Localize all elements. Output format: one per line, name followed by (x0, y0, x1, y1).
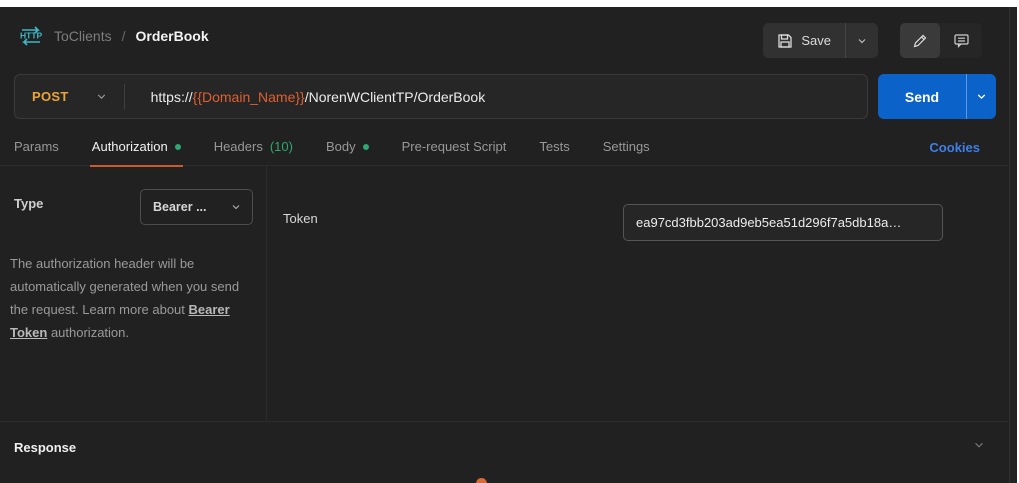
url-path: /NorenWClientTP/OrderBook (305, 89, 486, 105)
token-label: Token (283, 211, 318, 226)
auth-description: The authorization header will be automat… (10, 252, 260, 344)
http-request-icon: HTTP (18, 25, 44, 47)
chevron-down-icon (972, 438, 986, 452)
tab-label: Params (14, 139, 59, 154)
cookies-link[interactable]: Cookies (929, 128, 980, 166)
response-title: Response (14, 440, 76, 455)
modified-dot (363, 144, 369, 150)
tab-label: Pre-request Script (402, 139, 507, 154)
save-button-label: Save (801, 33, 831, 48)
method-label: POST (32, 89, 69, 104)
save-button[interactable]: Save (763, 23, 845, 58)
auth-type-select[interactable]: Bearer ... (140, 189, 253, 225)
request-bar: POST https://{{Domain_Name}}/NorenWClien… (0, 65, 1008, 128)
comment-icon (953, 32, 970, 49)
save-options-button[interactable] (845, 23, 878, 58)
save-icon (777, 33, 793, 49)
send-options-button[interactable] (966, 74, 996, 119)
tab-pre-request-script[interactable]: Pre-request Script (402, 128, 507, 166)
send-button-group: Send (878, 74, 996, 119)
url-variable: {{Domain_Name}} (193, 89, 305, 105)
tab-label: Tests (539, 139, 569, 154)
tab-body[interactable]: Body (326, 128, 369, 166)
token-value: ea97cd3fbb203ad9eb5ea51d296f7a5db18a… (636, 215, 901, 230)
breadcrumb: HTTP ToClients / OrderBook (18, 25, 209, 47)
chevron-down-icon (975, 90, 988, 103)
send-button[interactable]: Send (878, 74, 966, 119)
breadcrumb-separator: / (122, 28, 126, 44)
modified-dot (175, 144, 181, 150)
auth-type-value: Bearer ... (153, 200, 207, 214)
header-actions: Save (763, 23, 982, 58)
edit-button[interactable] (900, 23, 940, 58)
auth-type-column: Type Bearer ... The authorization header… (0, 166, 267, 421)
loader-dot (476, 478, 487, 483)
tab-label: Body (326, 139, 356, 154)
breadcrumb-request-name[interactable]: OrderBook (135, 28, 208, 44)
pencil-icon (912, 33, 928, 49)
api-client-window: HTTP ToClients / OrderBook Save (0, 7, 1017, 483)
url-prefix: https:// (151, 89, 193, 105)
tab-authorization[interactable]: Authorization (92, 128, 181, 166)
tab-label: Headers (214, 139, 263, 154)
authorization-panel: Type Bearer ... The authorization header… (0, 166, 1008, 421)
tab-label: Settings (603, 139, 650, 154)
auth-type-label: Type (14, 196, 43, 211)
comment-button[interactable] (940, 23, 982, 58)
tab-tests[interactable]: Tests (539, 128, 569, 166)
request-header: HTTP ToClients / OrderBook Save (0, 7, 1008, 65)
headers-count: (10) (270, 139, 293, 154)
breadcrumb-collection[interactable]: ToClients (54, 28, 112, 44)
chevron-down-icon (230, 201, 242, 213)
tab-params[interactable]: Params (14, 128, 59, 166)
response-collapse-button[interactable] (972, 438, 986, 452)
tab-headers[interactable]: Headers (10) (214, 128, 293, 166)
chevron-down-icon (95, 90, 108, 103)
tab-settings[interactable]: Settings (603, 128, 650, 166)
method-selector[interactable]: POST (15, 89, 124, 104)
request-tabs: Params Authorization Headers (10) Body P… (0, 128, 1008, 166)
auth-description-text: authorization. (47, 325, 129, 340)
token-input[interactable]: ea97cd3fbb203ad9eb5ea51d296f7a5db18a… (623, 204, 943, 241)
url-input[interactable]: https://{{Domain_Name}}/NorenWClientTP/O… (125, 89, 486, 105)
tab-label: Authorization (92, 139, 168, 154)
right-sidebar-rail[interactable] (1009, 7, 1017, 483)
response-section: Response (0, 421, 1008, 483)
url-box: POST https://{{Domain_Name}}/NorenWClien… (14, 74, 868, 119)
save-button-group: Save (763, 23, 878, 58)
edit-comment-group (900, 23, 982, 58)
svg-text:HTTP: HTTP (20, 31, 43, 41)
